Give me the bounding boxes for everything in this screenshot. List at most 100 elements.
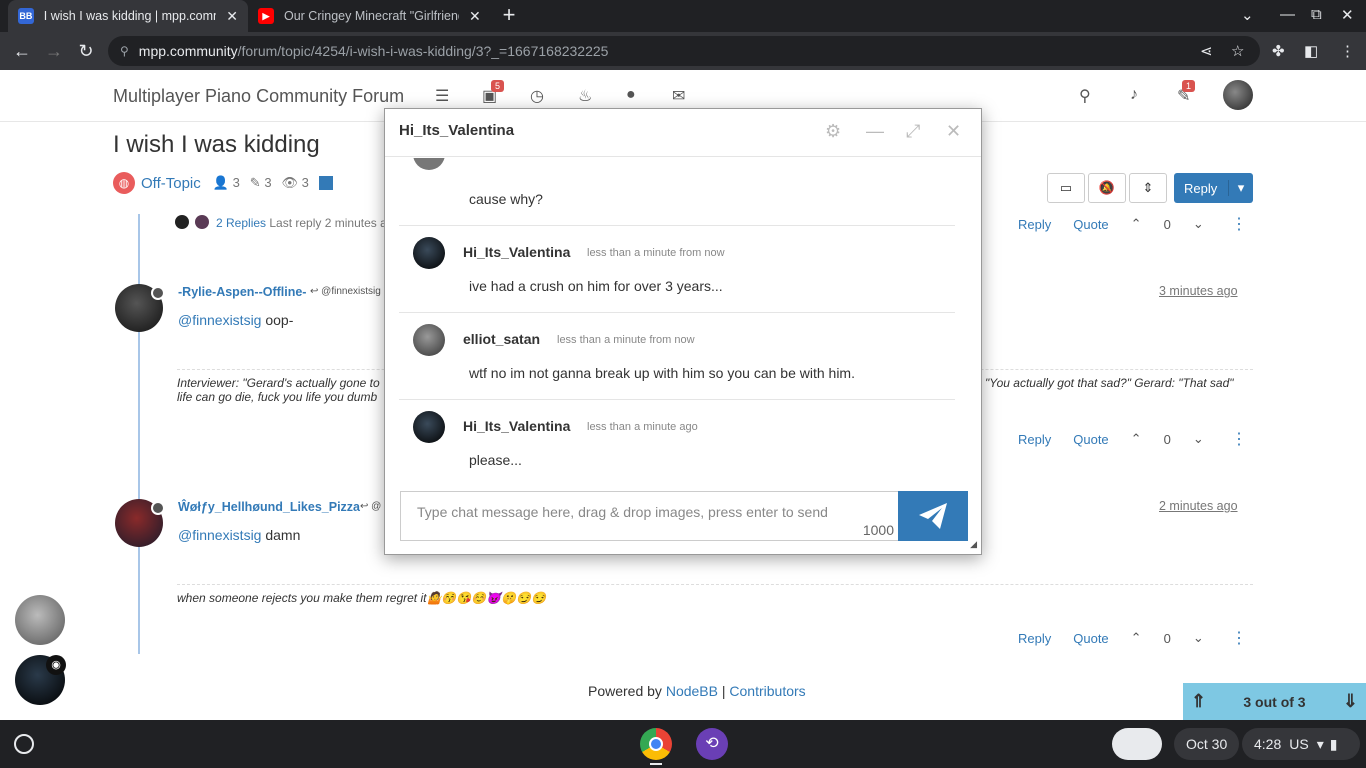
resize-handle-icon[interactable]: ◢ xyxy=(970,539,977,550)
message-text: cause why? xyxy=(469,191,543,207)
post-text: oop- xyxy=(265,312,294,328)
expand-icon[interactable]: ⤢ xyxy=(906,121,920,142)
sidepanel-icon[interactable]: ◧ xyxy=(1304,42,1318,60)
message-avatar[interactable] xyxy=(413,158,445,170)
puzzle-icon[interactable]: ✤ xyxy=(1272,42,1285,60)
post-timestamp[interactable]: 3 minutes ago xyxy=(1159,284,1238,298)
reply-link[interactable]: Reply xyxy=(1018,217,1051,232)
offline-status xyxy=(151,286,165,300)
chat-message-list[interactable]: cause why? Hi_Its_Valentina less than a … xyxy=(399,158,955,480)
back-icon[interactable]: ← xyxy=(11,40,33,62)
page-position[interactable]: 3 out of 3 xyxy=(1243,694,1305,710)
jump-bottom-icon[interactable]: ⇓ xyxy=(1343,691,1358,712)
menu-kebab-icon[interactable]: ⋮ xyxy=(1340,42,1355,60)
share-icon[interactable]: ⋖ xyxy=(1200,42,1213,60)
forum-brand[interactable]: Multiplayer Piano Community Forum xyxy=(113,86,404,107)
nodebb-favicon-icon: BB xyxy=(18,8,34,24)
search-icon[interactable]: ⚲ xyxy=(1079,86,1091,106)
quote-link[interactable]: Quote xyxy=(1073,631,1108,646)
date-tray[interactable]: Oct 30 xyxy=(1174,728,1240,760)
replies-link[interactable]: 2 Replies xyxy=(216,216,266,230)
browser-tab-active[interactable]: BB I wish I was kidding | mpp.comm ✕ xyxy=(8,0,248,32)
close-icon[interactable]: ✕ xyxy=(946,121,961,142)
upvote-icon[interactable]: ⌃ xyxy=(1131,630,1142,646)
reply-link[interactable]: Reply xyxy=(1018,432,1051,447)
reload-icon[interactable]: ↻ xyxy=(75,40,97,62)
upvote-icon[interactable]: ⌃ xyxy=(1131,431,1142,447)
send-button[interactable] xyxy=(898,491,968,541)
reply-caret-icon[interactable]: ▾ xyxy=(1228,180,1253,196)
tab-close-icon[interactable]: ✕ xyxy=(469,8,481,25)
browser-tab-youtube[interactable]: ▶ Our Cringey Minecraft "Girlfriend ✕ xyxy=(248,0,492,32)
topic-reply-button[interactable]: Reply ▾ xyxy=(1174,173,1253,203)
sort-button[interactable]: ⇕ xyxy=(1129,173,1167,203)
post-menu-icon[interactable]: ⋮ xyxy=(1231,214,1247,234)
app-icon[interactable]: ⟲ xyxy=(696,728,728,760)
chat-message-input[interactable]: Type chat message here, drag & drop imag… xyxy=(400,491,898,541)
rss-icon[interactable] xyxy=(318,176,333,190)
reply-link[interactable]: Reply xyxy=(1018,631,1051,646)
new-tab-icon[interactable]: + xyxy=(499,4,519,28)
gear-icon[interactable]: ⚙ xyxy=(825,121,841,142)
recent-icon[interactable]: ◷ xyxy=(530,86,544,106)
chat-title: Hi_Its_Valentina xyxy=(399,122,515,139)
launcher-icon[interactable] xyxy=(14,734,34,754)
posts-count: 3 xyxy=(264,175,272,190)
message-avatar[interactable] xyxy=(413,324,445,356)
downvote-icon[interactable]: ⌄ xyxy=(1193,431,1204,447)
users-icon[interactable]: ● xyxy=(626,86,636,104)
downvote-icon[interactable]: ⌄ xyxy=(1193,216,1204,232)
popular-fire-icon[interactable]: ♨ xyxy=(578,86,592,106)
browser-toolbar: ← → ↻ ⚲ mpp.community/forum/topic/4254/i… xyxy=(0,32,1366,70)
quote-link[interactable]: Quote xyxy=(1073,432,1108,447)
site-info-icon[interactable]: ⚲ xyxy=(120,44,129,58)
star-icon[interactable]: ☆ xyxy=(1231,42,1244,60)
user-avatar[interactable] xyxy=(1223,80,1253,110)
status-tray[interactable]: 4:28 US ▾ ▮ xyxy=(1242,728,1360,760)
tab-close-icon[interactable]: ✕ xyxy=(226,8,238,25)
reply-to[interactable]: ↩ @ xyxy=(360,501,381,512)
watch-off-button[interactable]: 🔕 xyxy=(1088,173,1126,203)
post-username[interactable]: -Rylie-Aspen--Offline- xyxy=(178,285,306,299)
message-avatar[interactable] xyxy=(413,411,445,443)
bell-icon[interactable]: ♪ xyxy=(1130,86,1138,104)
tote-thumbnail[interactable] xyxy=(1112,728,1162,760)
category-link[interactable]: Off-Topic xyxy=(141,175,201,192)
chrome-app-icon[interactable] xyxy=(640,728,672,760)
tab-search-icon[interactable]: ⌄ xyxy=(1241,6,1254,24)
address-bar[interactable]: ⚲ mpp.community/forum/topic/4254/i-wish-… xyxy=(108,36,1260,66)
upvote-icon[interactable]: ⌃ xyxy=(1131,216,1142,232)
groups-icon[interactable]: ✉ xyxy=(672,86,685,106)
message-username[interactable]: Hi_Its_Valentina xyxy=(463,244,570,260)
nodebb-link[interactable]: NodeBB xyxy=(666,683,718,699)
reply-label: Reply xyxy=(1184,180,1218,196)
message-username[interactable]: Hi_Its_Valentina xyxy=(463,418,570,434)
jump-top-icon[interactable]: ⇑ xyxy=(1191,691,1206,712)
minimize-window-icon[interactable]: — xyxy=(1280,6,1295,23)
contributors-link[interactable]: Contributors xyxy=(729,683,805,699)
post-username[interactable]: Ŵøłƒy_Hellhøund_Likes_Pizza xyxy=(178,500,360,514)
post-menu-icon[interactable]: ⋮ xyxy=(1231,429,1247,449)
post-timestamp[interactable]: 2 minutes ago xyxy=(1159,499,1238,513)
reply-to[interactable]: ↩ @finnexistsig xyxy=(310,286,381,297)
message-avatar[interactable] xyxy=(413,237,445,269)
mark-unread-button[interactable]: ▭ xyxy=(1047,173,1085,203)
url-host: mpp.community xyxy=(138,43,238,59)
downvote-icon[interactable]: ⌄ xyxy=(1193,630,1204,646)
close-window-icon[interactable]: ✕ xyxy=(1341,6,1354,24)
post-menu-icon[interactable]: ⋮ xyxy=(1231,628,1247,648)
chat-bubble-avatar[interactable] xyxy=(15,595,65,645)
quote-link[interactable]: Quote xyxy=(1073,217,1108,232)
minimize-icon[interactable]: — xyxy=(866,121,884,142)
replier-avatar[interactable] xyxy=(175,215,189,229)
mention-link[interactable]: @finnexistsig xyxy=(178,527,261,543)
categories-icon[interactable]: ☰ xyxy=(435,86,449,106)
active-app-indicator xyxy=(650,763,662,765)
mention-link[interactable]: @finnexistsig xyxy=(178,312,261,328)
replier-avatar[interactable] xyxy=(195,215,209,229)
restore-window-icon[interactable]: ⧉ xyxy=(1311,6,1322,23)
forward-icon[interactable]: → xyxy=(43,40,65,62)
date-label: Oct 30 xyxy=(1186,736,1228,752)
message-username[interactable]: elliot_satan xyxy=(463,331,540,347)
replies-summary[interactable]: 2 Replies Last reply 2 minutes ago xyxy=(216,216,400,230)
